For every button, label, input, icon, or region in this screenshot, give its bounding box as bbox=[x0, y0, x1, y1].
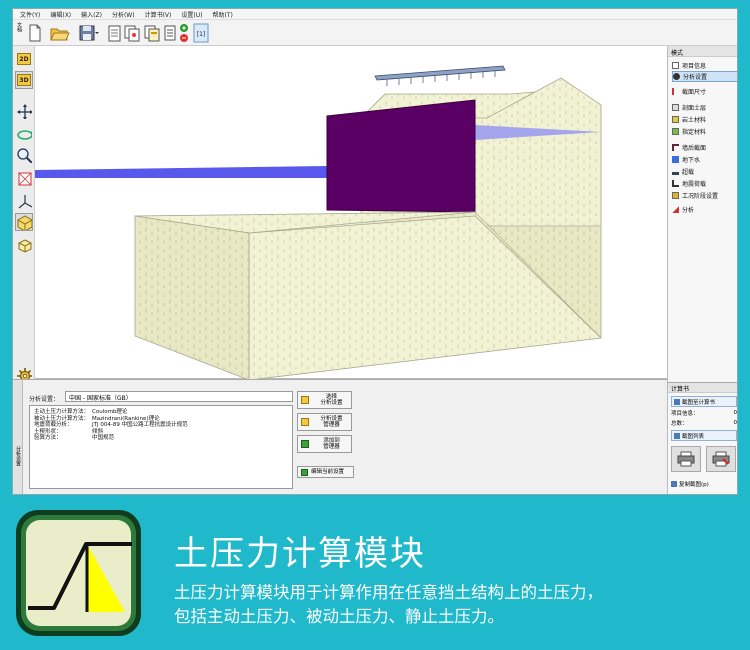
analysis-setting-select[interactable]: 中国 - 国家标准（GB） bbox=[65, 391, 293, 402]
surcharge-icon bbox=[672, 168, 679, 175]
print-button[interactable] bbox=[671, 446, 701, 472]
axes-icon[interactable] bbox=[15, 192, 33, 210]
report-panel-title: 计算书 bbox=[668, 383, 737, 393]
report-icon[interactable] bbox=[143, 23, 161, 43]
mode-item-stage-settings[interactable]: 工况阶段设置 bbox=[672, 190, 737, 201]
menu-input[interactable]: 输入(Z) bbox=[76, 9, 107, 19]
view-2d-button[interactable]: 2D bbox=[15, 50, 33, 68]
geometry-icon bbox=[672, 88, 679, 95]
soil-model-3d bbox=[35, 65, 602, 379]
mode-item-earthquake[interactable]: 地震荷载 bbox=[672, 178, 737, 189]
profile-icon bbox=[672, 104, 679, 111]
edit-current-settings-button[interactable]: 编辑当前设置 bbox=[297, 466, 354, 478]
mode-item-project-info[interactable]: 项目信息 bbox=[672, 60, 737, 71]
copy-screenshot-button[interactable]: 复制截图(p) bbox=[671, 480, 737, 488]
gear-icon bbox=[673, 73, 680, 80]
assign-icon bbox=[672, 128, 679, 135]
menu-analysis[interactable]: 分析(W) bbox=[107, 9, 140, 19]
module-title: 土压力计算模块 bbox=[174, 534, 426, 574]
menu-file[interactable]: 文件(Y) bbox=[15, 9, 45, 19]
mode-item-geometry[interactable]: 截面尺寸 bbox=[672, 86, 737, 97]
stage-selector-icon[interactable]: [1] bbox=[193, 23, 209, 43]
report-panel: 计算书 截图至计算书 项目信息： 0 总数： 0 截图列表 复制截图(p) bbox=[667, 382, 737, 494]
select-icon bbox=[301, 396, 309, 404]
detail-row: 验算方法： 中国规范 bbox=[34, 435, 115, 442]
menu-report[interactable]: 计算书(V) bbox=[140, 9, 177, 19]
camera-icon bbox=[674, 398, 680, 405]
zoom-icon[interactable] bbox=[15, 146, 33, 164]
menu-settings[interactable]: 设置(U) bbox=[176, 9, 207, 19]
save-icon[interactable] bbox=[77, 23, 99, 43]
mode-panel: 模式 项目信息 分析设置 截面尺寸 剖面土层 岩土材料 指定材料 墙后截面 地下… bbox=[667, 46, 737, 382]
add-to-manager-button[interactable]: 添加到 管理器 bbox=[297, 435, 352, 453]
wall-section-icon bbox=[672, 144, 679, 151]
list-icon bbox=[674, 432, 680, 439]
earth-pressure-logo bbox=[16, 510, 141, 636]
retaining-wall bbox=[326, 99, 476, 213]
soil-icon bbox=[672, 116, 679, 123]
open-folder-icon[interactable] bbox=[49, 23, 71, 43]
analysis-setting-details: 主动土压力计算方法： Coulomb理论 被动土压力计算方法： Mazindrani… bbox=[29, 405, 293, 489]
wireframe-view-icon[interactable] bbox=[15, 236, 33, 254]
copy-document-icon[interactable] bbox=[123, 23, 141, 43]
panel-side-tab[interactable]: 分析设置 bbox=[13, 380, 23, 494]
report-info-row: 项目信息： 0 bbox=[671, 410, 737, 417]
copy-icon bbox=[671, 481, 677, 487]
view-3d-button[interactable]: 3D bbox=[15, 71, 33, 89]
mode-item-assign[interactable]: 指定材料 bbox=[672, 126, 737, 137]
add-screenshot-button[interactable]: 截图至计算书 bbox=[671, 396, 737, 407]
menu-edit[interactable]: 编辑(X) bbox=[45, 9, 76, 19]
analysis-icon bbox=[672, 206, 679, 213]
select-settings-button[interactable]: 选择 分析设置 bbox=[297, 391, 352, 409]
screenshot-list-button[interactable]: 截图列表 bbox=[671, 430, 737, 441]
rotate-icon[interactable] bbox=[15, 125, 33, 143]
toolbar: 文档 [1] bbox=[13, 20, 737, 46]
detail-row: 地震荷载分析： JTJ 004-89 中国公路工程抗震设计规范 bbox=[34, 422, 188, 429]
menu-help[interactable]: 帮助(T) bbox=[207, 9, 237, 19]
analysis-settings-panel: 分析设置 分析设置： 中国 - 国家标准（GB） 主动土压力计算方法： Coulo… bbox=[13, 379, 667, 494]
module-description-line-1: 土压力计算模块用于计算作用在任意挡土结构上的土压力， bbox=[174, 583, 603, 602]
model-viewport[interactable] bbox=[35, 46, 667, 379]
info-icon bbox=[672, 62, 679, 69]
surcharge-load bbox=[374, 65, 506, 81]
mode-item-soils[interactable]: 岩土材料 bbox=[672, 114, 737, 125]
mode-item-surcharge[interactable]: 超载 bbox=[672, 166, 737, 177]
mode-panel-title: 模式 bbox=[668, 46, 737, 57]
print-export-button[interactable] bbox=[706, 446, 736, 472]
water-icon bbox=[672, 156, 679, 163]
manager-icon bbox=[301, 418, 309, 426]
zoom-extent-icon[interactable] bbox=[15, 169, 33, 187]
svg-text:[1]: [1] bbox=[197, 31, 206, 38]
mode-item-analysis-settings[interactable]: 分析设置 bbox=[672, 71, 737, 82]
module-description: 土压力计算模块用于计算作用在任意挡土结构上的土压力， 包括主动土压力、被动土压力… bbox=[174, 581, 734, 629]
edit-icon bbox=[301, 468, 308, 476]
toolbar-side-label: 文档 bbox=[16, 22, 22, 32]
analysis-setting-label: 分析设置： bbox=[29, 396, 60, 403]
iso-view-icon[interactable] bbox=[15, 213, 33, 231]
menu-bar: 文件(Y) 编辑(X) 输入(Z) 分析(W) 计算书(V) 设置(U) 帮助(… bbox=[13, 9, 737, 20]
report-total-row: 总数： 0 bbox=[671, 420, 737, 427]
mode-item-profile[interactable]: 剖面土层 bbox=[672, 102, 737, 113]
mode-item-wall-section[interactable]: 墙后截面 bbox=[672, 142, 737, 153]
stage-icon bbox=[672, 192, 679, 199]
mode-item-water[interactable]: 地下水 bbox=[672, 154, 737, 165]
earthquake-icon bbox=[672, 180, 679, 187]
app-window: 文件(Y) 编辑(X) 输入(Z) 分析(W) 计算书(V) 设置(U) 帮助(… bbox=[12, 8, 738, 495]
add-icon bbox=[301, 440, 309, 448]
document-icon[interactable] bbox=[105, 23, 123, 43]
printer-export-icon bbox=[712, 451, 730, 467]
detail-row: 土楔形状： 倾斜 bbox=[34, 428, 104, 435]
printer-icon bbox=[677, 451, 695, 467]
new-file-icon[interactable] bbox=[27, 23, 43, 43]
module-description-line-2: 包括主动土压力、被动土压力、静止土压力。 bbox=[174, 607, 504, 626]
mode-item-analysis[interactable]: 分析 bbox=[672, 204, 737, 215]
lower-soil-front bbox=[134, 215, 250, 379]
settings-manager-button[interactable]: 分析设置 管理器 bbox=[297, 413, 352, 431]
detail-row: 主动土压力计算方法： Coulomb理论 bbox=[34, 409, 128, 415]
water-table-front bbox=[35, 166, 327, 178]
move-icon[interactable] bbox=[15, 102, 33, 120]
settings-list-icon[interactable] bbox=[163, 23, 177, 43]
